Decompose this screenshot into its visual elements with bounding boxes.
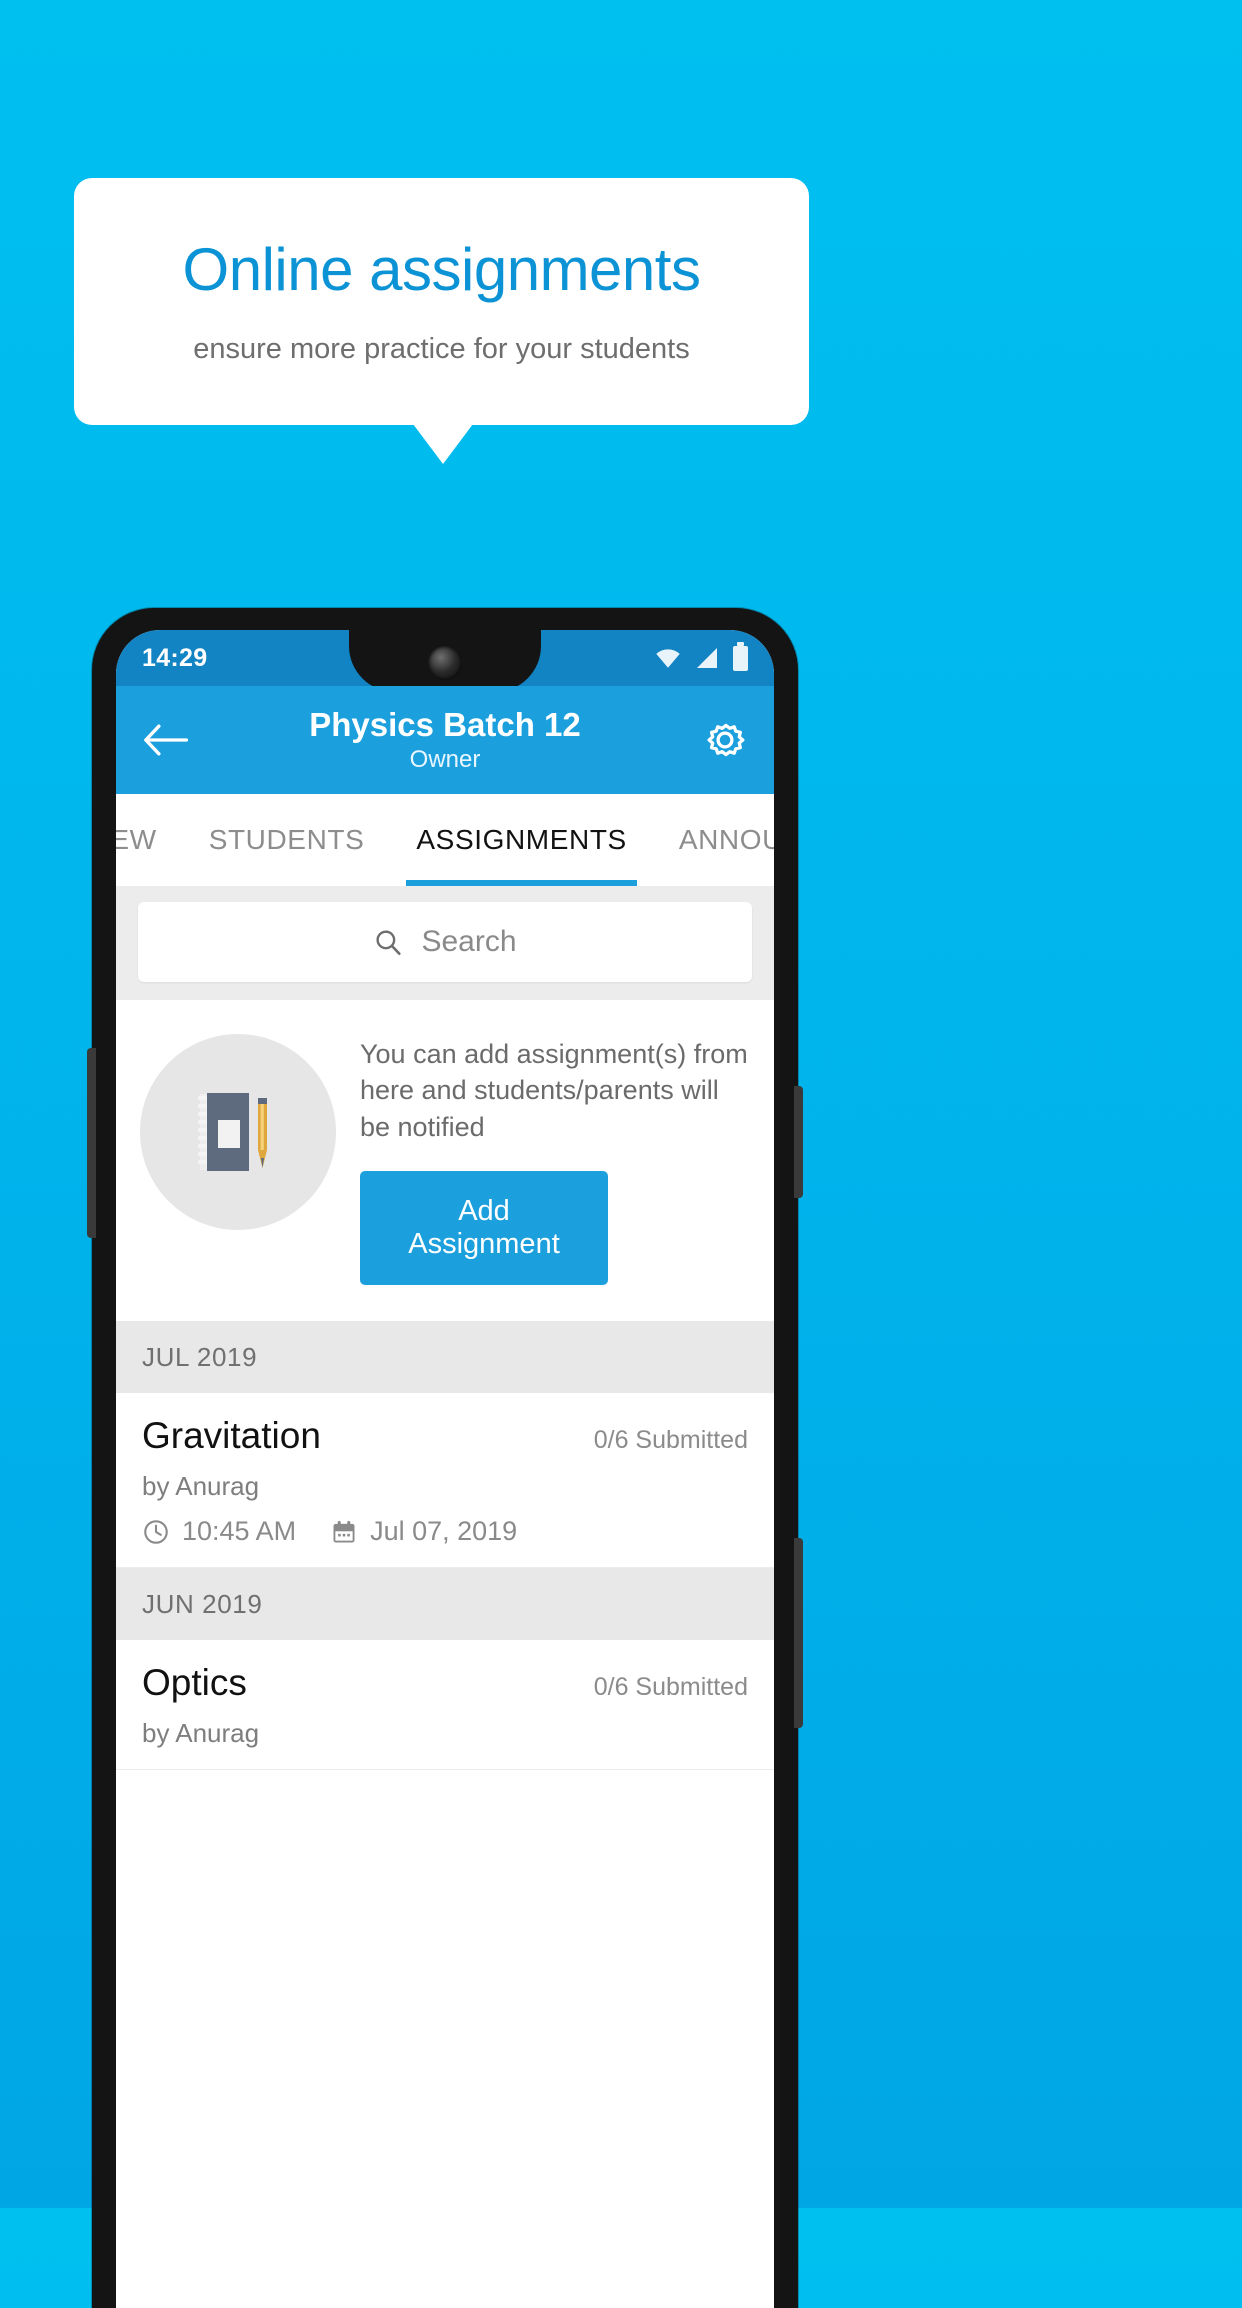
phone-frame: 14:29 Physics Batch 12 Owner EW STUDENTS…: [87, 608, 803, 2308]
phone-side-button-left[interactable]: [87, 1048, 96, 1238]
month-header-jun: JUN 2019: [116, 1568, 774, 1641]
assignment-title: Gravitation: [142, 1415, 321, 1457]
calendar-icon: [333, 1520, 355, 1543]
search-icon: [376, 930, 402, 955]
front-camera-icon: [428, 646, 462, 680]
battery-icon: [733, 641, 748, 671]
status-icons: [655, 641, 748, 671]
gear-icon[interactable]: [702, 717, 748, 763]
tab-assignments[interactable]: ASSIGNMENTS: [390, 794, 652, 886]
assignment-author: by Anurag: [142, 1718, 260, 1749]
phone-screen: 14:29 Physics Batch 12 Owner EW STUDENTS…: [116, 630, 774, 2308]
empty-state-illustration: [140, 1034, 336, 1230]
assignment-time: 10:45 AM: [182, 1516, 297, 1547]
promo-bubble: Online assignments ensure more practice …: [74, 178, 809, 425]
status-badge: 0/6 Submitted: [593, 1426, 748, 1455]
clock-icon: [144, 1520, 168, 1544]
month-header-jul: JUL 2019: [116, 1321, 774, 1394]
table-row[interactable]: Gravitation 0/6 Submitted by Anurag 10:4…: [116, 1393, 774, 1569]
signal-icon: [697, 648, 717, 668]
assignment-author: by Anurag: [142, 1471, 260, 1502]
table-row[interactable]: Optics 0/6 Submitted by Anurag: [116, 1640, 774, 1771]
tab-students[interactable]: STUDENTS: [183, 794, 391, 886]
phone-notch: [349, 630, 541, 692]
page-title: Online assignments: [182, 235, 701, 303]
batch-title: Physics Batch 12: [309, 706, 581, 744]
search-input[interactable]: Search: [138, 902, 752, 982]
status-time: 14:29: [142, 643, 208, 672]
tab-bar: IEW STUDENTS ASSIGNMENTS ANNOUNCEM: [116, 794, 774, 886]
page-subtitle: ensure more practice for your students: [193, 332, 690, 365]
phone-power-button[interactable]: [794, 1086, 803, 1198]
empty-state-message: You can add assignment(s) from here and …: [360, 1039, 748, 1142]
status-bar: 14:29: [116, 630, 774, 692]
notebook-and-pen-icon: [198, 1093, 267, 1171]
phone-volume-button[interactable]: [794, 1538, 803, 1728]
search-bar-container: Search: [116, 886, 774, 1000]
tab-overview[interactable]: IEW: [116, 794, 183, 886]
app-bar: Physics Batch 12 Owner: [116, 686, 774, 794]
assignment-meta: 10:45 AM Jul 07, 2019: [142, 1516, 748, 1547]
empty-state-card: You can add assignment(s) from here and …: [116, 1000, 774, 1322]
bubble-tail-icon: [413, 424, 473, 464]
batch-role: Owner: [409, 745, 481, 773]
app-bar-title-block: Physics Batch 12 Owner: [116, 706, 774, 774]
tab-announcements[interactable]: ANNOUNCEM: [653, 794, 774, 886]
assignment-date: Jul 07, 2019: [370, 1516, 518, 1547]
back-arrow-icon[interactable]: [142, 720, 188, 760]
assignment-row-header: Gravitation 0/6 Submitted: [142, 1415, 748, 1457]
empty-state-content: You can add assignment(s) from here and …: [346, 1026, 750, 1286]
status-badge: 0/6 Submitted: [593, 1673, 748, 1702]
assignment-row-header: Optics 0/6 Submitted: [142, 1662, 748, 1704]
add-assignment-button[interactable]: Add Assignment: [360, 1171, 608, 1286]
search-placeholder: Search: [421, 925, 517, 958]
assignment-title: Optics: [142, 1662, 247, 1704]
wifi-icon: [656, 649, 680, 668]
